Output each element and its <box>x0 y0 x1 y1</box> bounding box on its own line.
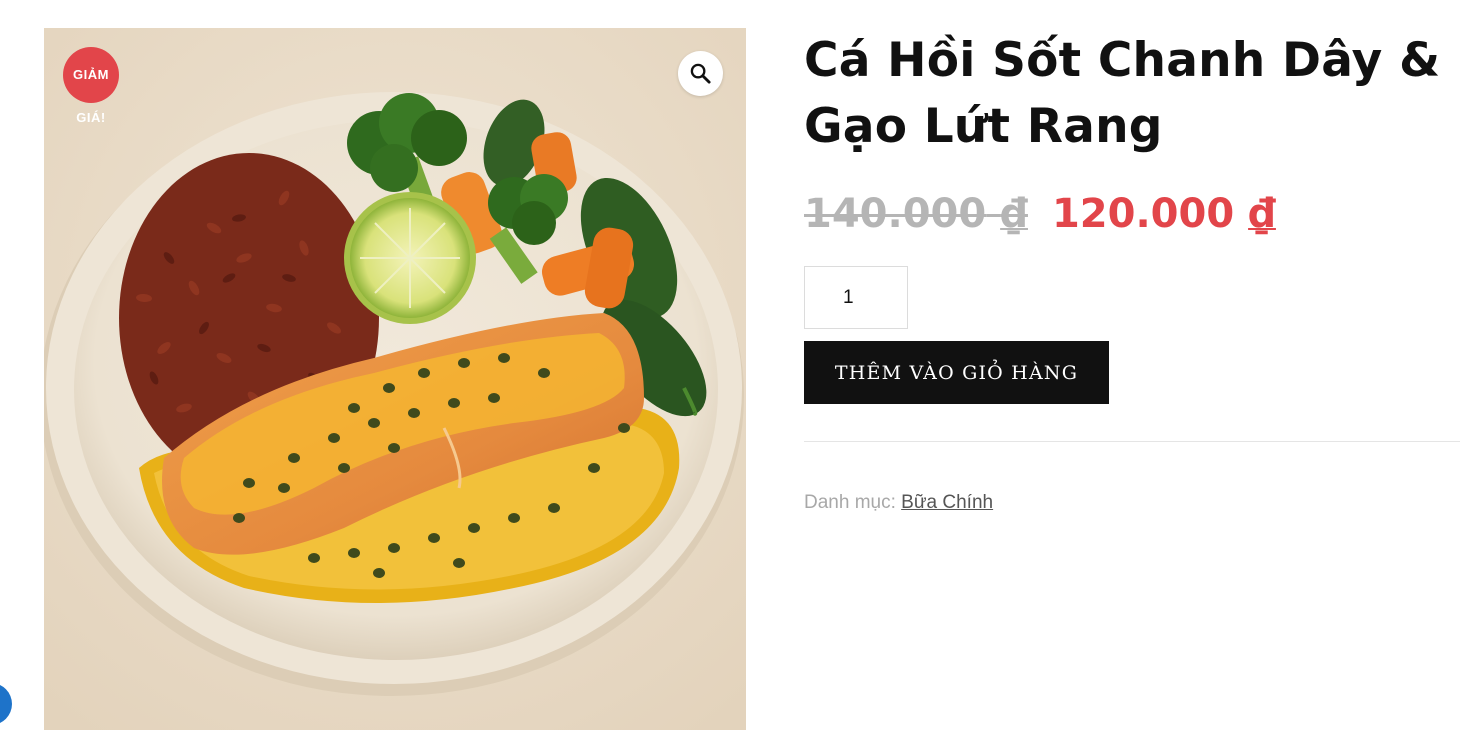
sale-price-currency: ₫ <box>1248 191 1276 237</box>
regular-price-currency: ₫ <box>1000 191 1028 237</box>
chat-bubble-icon[interactable] <box>0 683 12 725</box>
sale-price-amount: 120.000 <box>1051 191 1235 237</box>
category-label: Danh mục: <box>804 492 896 513</box>
product-meta: Danh mục: Bữa Chính <box>804 492 1460 514</box>
quantity-input[interactable] <box>804 266 908 329</box>
divider <box>804 441 1460 442</box>
product-title: Cá Hồi Sốt Chanh Dây & Gạo Lứt Rang <box>804 33 1441 154</box>
sale-price: 120.000 ₫ <box>1052 191 1276 237</box>
product-page: GIẢM GIÁ! Cá Hồi Sốt Chanh Dây & Gạo Lứt… <box>0 0 1460 736</box>
zoom-button[interactable] <box>678 51 723 96</box>
add-to-cart-button[interactable]: THÊM VÀO GIỎ HÀNG <box>804 341 1109 404</box>
regular-price: 140.000 ₫ <box>804 191 1028 237</box>
price: 140.000 ₫ 120.000 ₫ <box>804 188 1460 240</box>
sale-badge: GIẢM GIÁ! <box>63 47 119 125</box>
category-link[interactable]: Bữa Chính <box>901 492 993 513</box>
sale-badge-label: GIẢM <box>73 67 109 82</box>
product-gallery[interactable]: GIẢM GIÁ! <box>44 28 746 730</box>
product-summary: Cá Hồi Sốt Chanh Dây & Gạo Lứt Rang 140.… <box>804 28 1460 514</box>
product-image[interactable] <box>44 28 746 730</box>
regular-price-amount: 140.000 <box>804 191 987 237</box>
magnifier-icon <box>690 63 711 84</box>
sale-badge-label-2: GIÁ! <box>76 110 106 125</box>
